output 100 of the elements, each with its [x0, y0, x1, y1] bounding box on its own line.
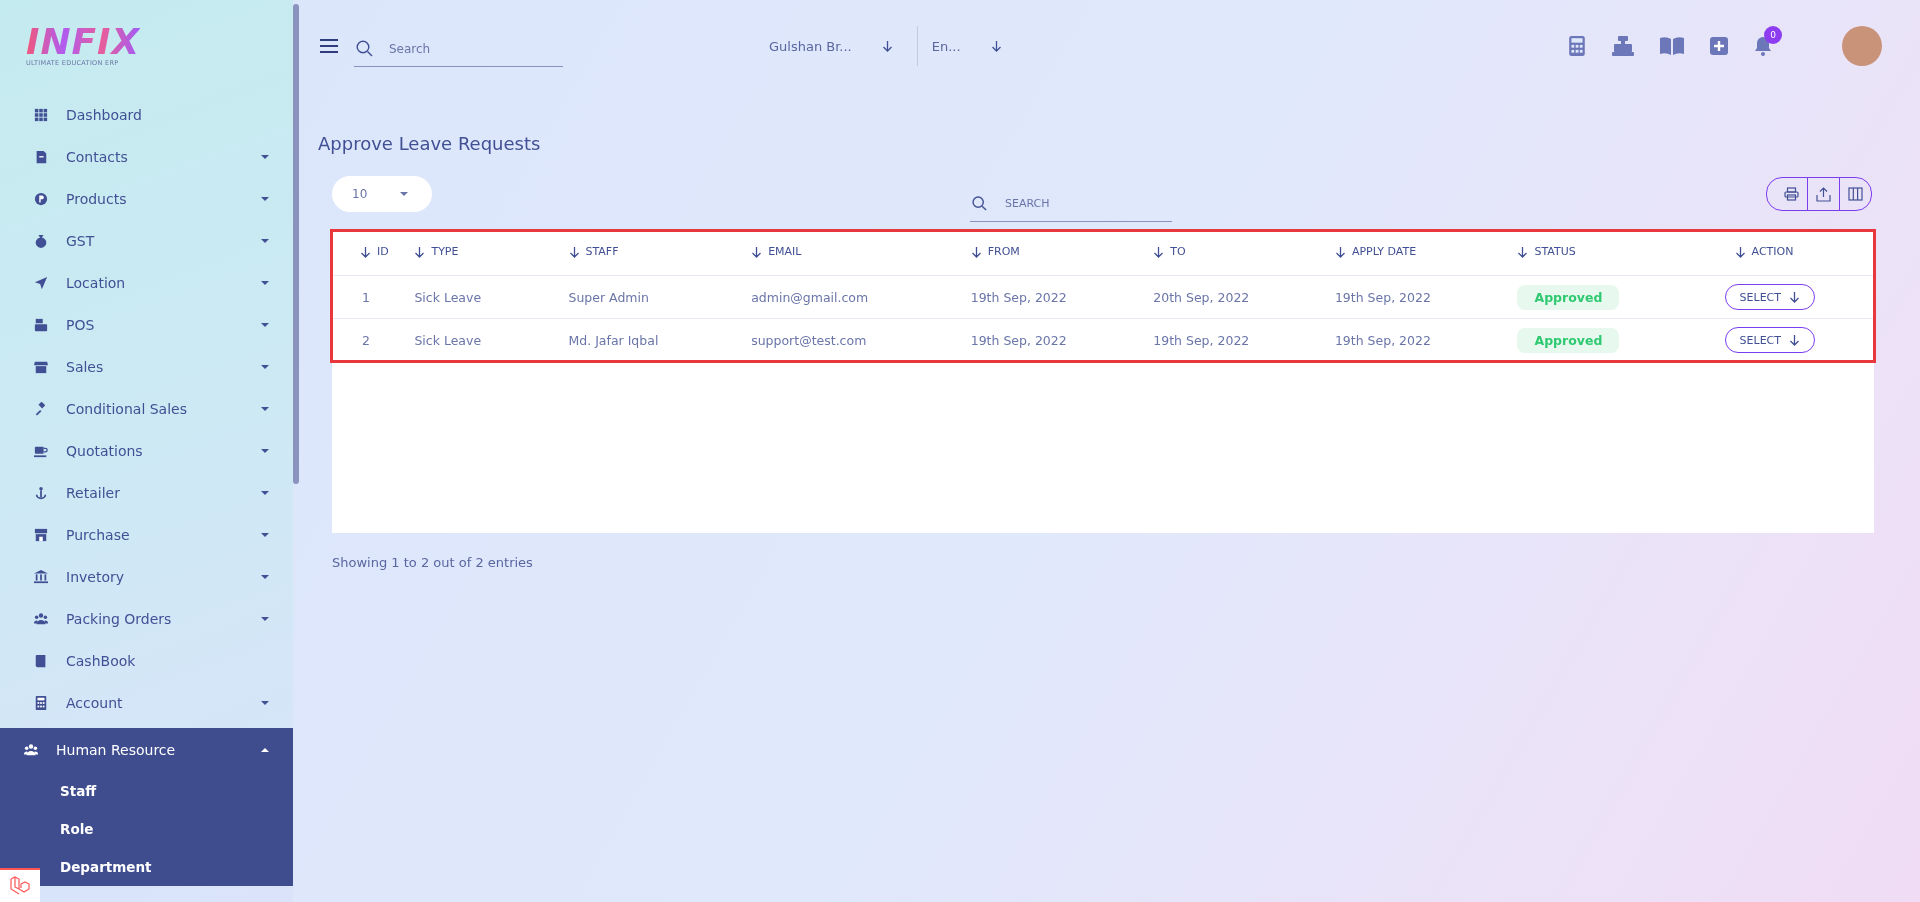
down-arrow-icon: [1153, 245, 1165, 258]
sidebar-item[interactable]: Location: [0, 262, 293, 304]
users-icon: [34, 612, 48, 626]
table-cell: 19th Sep, 2022: [1334, 289, 1431, 305]
notification-bell-icon[interactable]: [1754, 36, 1772, 56]
caret-down-icon: [261, 449, 269, 453]
menu-icon[interactable]: [320, 39, 338, 53]
add-icon[interactable]: [1710, 37, 1728, 55]
store-icon: [34, 360, 48, 374]
caret-down-icon: [261, 491, 269, 495]
sidebar-item[interactable]: Packing Orders: [0, 598, 293, 640]
submenu-item[interactable]: Staff: [60, 772, 97, 810]
book-icon: [34, 654, 48, 668]
table-cell: Super Admin: [568, 289, 649, 305]
submenu-item[interactable]: Role: [60, 810, 94, 848]
column-header[interactable]: EMAIL: [751, 245, 802, 259]
status-badge: Approved: [1517, 327, 1620, 353]
page-size-select[interactable]: 10: [332, 176, 432, 212]
caret-down-icon: [261, 701, 269, 705]
table-cell: 19th Sep, 2022: [970, 332, 1067, 348]
column-header[interactable]: ACTION: [1734, 245, 1794, 259]
avatar[interactable]: [1842, 26, 1882, 66]
table-cell: 1: [362, 289, 370, 305]
cube-logo-icon[interactable]: [0, 868, 40, 902]
sidebar-item[interactable]: Quotations: [0, 430, 293, 472]
table-cell: 19th Sep, 2022: [970, 289, 1067, 305]
column-header[interactable]: STATUS: [1517, 245, 1576, 259]
language-select[interactable]: En...: [917, 38, 1016, 54]
column-header[interactable]: APPLY DATE: [1334, 245, 1417, 259]
down-arrow-icon: [1789, 334, 1801, 346]
sidebar-item[interactable]: GST: [0, 220, 293, 262]
down-arrow-icon: [751, 245, 763, 258]
sidebar-item[interactable]: Products: [0, 178, 293, 220]
search-field[interactable]: Search: [387, 40, 563, 57]
table-cell: support@test.com: [751, 332, 867, 348]
sidebar-item[interactable]: Conditional Sales: [0, 388, 293, 430]
calculator-icon: [34, 696, 48, 710]
sidebar-item[interactable]: Invetory: [0, 556, 293, 598]
down-arrow-icon: [881, 40, 893, 52]
down-arrow-icon: [568, 245, 580, 258]
users-icon: [24, 743, 38, 757]
down-arrow-icon: [1517, 245, 1529, 258]
bank-icon: [34, 570, 48, 584]
sidebar-item[interactable]: CashBook: [0, 640, 293, 682]
caret-down-icon: [261, 281, 269, 285]
sidebar-item[interactable]: Purchase: [0, 514, 293, 556]
table-search-field[interactable]: SEARCH: [1003, 196, 1172, 211]
sidebar-item[interactable]: Contacts: [0, 136, 293, 178]
table-cell: Md. Jafar Iqbal: [568, 332, 659, 348]
submenu-item[interactable]: Department: [60, 848, 152, 886]
down-arrow-icon: [1334, 245, 1346, 258]
caret-down-icon: [261, 323, 269, 327]
open-book-icon[interactable]: [1660, 37, 1684, 55]
notification-count: 0: [1764, 26, 1782, 44]
mug-icon: [34, 444, 48, 458]
sidebar-item[interactable]: Human Resource: [0, 728, 293, 772]
sidebar-item[interactable]: Sales: [0, 346, 293, 388]
gavel-icon: [34, 402, 48, 416]
column-header[interactable]: TO: [1153, 245, 1186, 259]
column-header[interactable]: ID: [360, 245, 389, 259]
select-button[interactable]: SELECT: [1724, 284, 1816, 310]
down-arrow-icon: [1734, 245, 1746, 258]
table-cell: Sick Leave: [414, 289, 482, 305]
search-icon: [972, 196, 987, 211]
location-arrow-icon: [34, 276, 48, 290]
select-button[interactable]: SELECT: [1724, 327, 1816, 353]
table-cell: 19th Sep, 2022: [1153, 332, 1250, 348]
table-cell: 19th Sep, 2022: [1334, 332, 1431, 348]
caret-up-icon: [261, 748, 269, 752]
sidebar-item[interactable]: Dashboard: [0, 94, 293, 136]
column-header[interactable]: TYPE: [414, 245, 459, 259]
column-header[interactable]: FROM: [970, 245, 1020, 259]
caret-down-icon: [261, 365, 269, 369]
page-title: Approve Leave Requests: [318, 133, 542, 154]
grid-icon: [34, 108, 48, 122]
caret-down-icon: [261, 407, 269, 411]
sidebar-item[interactable]: Account: [0, 682, 293, 724]
caret-down-icon: [261, 239, 269, 243]
caret-down-icon: [261, 617, 269, 621]
column-header[interactable]: STAFF: [568, 245, 619, 259]
status-badge: Approved: [1517, 284, 1620, 310]
contact-book-icon: [34, 150, 48, 164]
branch-select[interactable]: Gulshan Br...: [755, 26, 918, 66]
sidebar-item[interactable]: POS: [0, 304, 293, 346]
down-arrow-icon: [360, 245, 371, 258]
down-arrow-icon: [970, 245, 982, 258]
caret-down-icon: [261, 155, 269, 159]
entries-info: Showing 1 to 2 out of 2 entries: [332, 555, 534, 570]
calculator-icon[interactable]: [1568, 36, 1586, 56]
caret-down-icon: [261, 197, 269, 201]
table-cell: 2: [362, 332, 370, 348]
sidebar-item[interactable]: Retailer: [0, 472, 293, 514]
caret-down-icon: [400, 192, 408, 196]
down-arrow-icon: [414, 245, 426, 258]
table-cell: admin@gmail.com: [751, 289, 869, 305]
down-arrow-icon: [1789, 291, 1801, 303]
down-arrow-icon: [990, 40, 1002, 52]
p-circle-icon: [34, 192, 48, 206]
search-icon: [356, 40, 373, 57]
table-cell: 20th Sep, 2022: [1153, 289, 1250, 305]
